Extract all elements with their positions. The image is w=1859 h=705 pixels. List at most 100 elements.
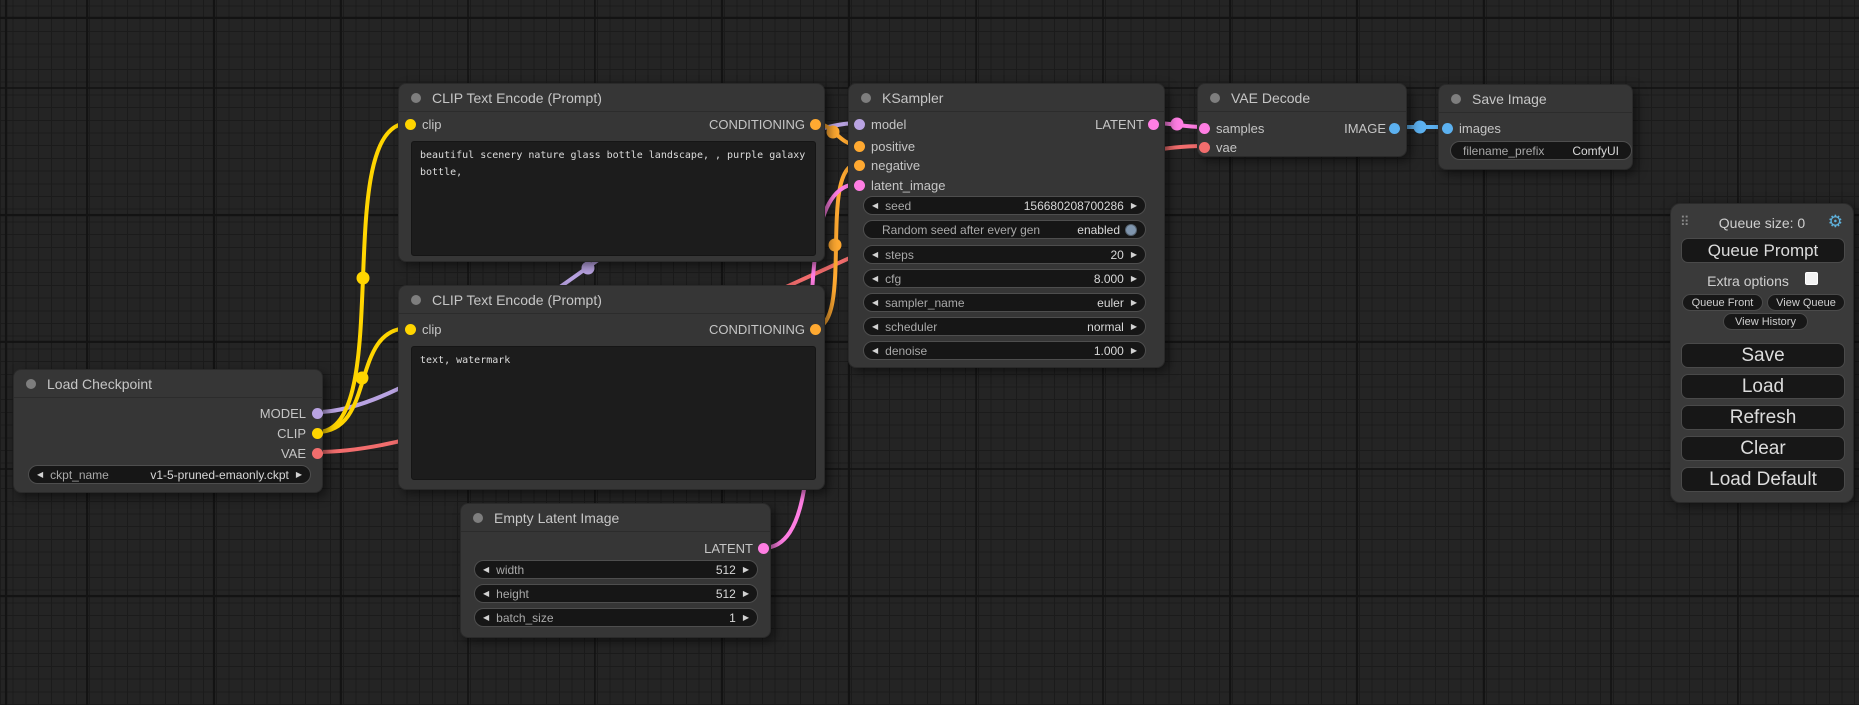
- widget-width[interactable]: ◀ width 512 ▶: [474, 560, 758, 579]
- widget-value[interactable]: 1.000: [1094, 344, 1124, 358]
- output-port-conditioning[interactable]: [810, 324, 821, 335]
- node-title-bar[interactable]: Load Checkpoint: [14, 370, 322, 398]
- output-port-clip[interactable]: [312, 428, 323, 439]
- widget-scheduler[interactable]: ◀ scheduler normal ▶: [863, 317, 1146, 336]
- widget-steps[interactable]: ◀ steps 20 ▶: [863, 245, 1146, 264]
- comfyui-canvas[interactable]: { "icons": { "left_arrow": "◀", "right_a…: [0, 0, 1859, 705]
- output-port-latent[interactable]: [1148, 119, 1159, 130]
- output-port-conditioning[interactable]: [810, 119, 821, 130]
- prompt-textarea[interactable]: beautiful scenery nature glass bottle la…: [411, 141, 816, 256]
- input-port-positive[interactable]: [854, 141, 865, 152]
- view-history-button[interactable]: View History: [1723, 313, 1808, 330]
- collapse-dot-icon[interactable]: [1210, 93, 1220, 103]
- increment-arrow-icon[interactable]: ▶: [1131, 323, 1137, 331]
- node-title: Load Checkpoint: [47, 376, 152, 392]
- queue-prompt-button[interactable]: Queue Prompt: [1681, 238, 1845, 263]
- widget-value[interactable]: v1-5-pruned-emaonly.ckpt: [150, 468, 289, 482]
- increment-arrow-icon[interactable]: ▶: [1131, 251, 1137, 259]
- widget-height[interactable]: ◀ height 512 ▶: [474, 584, 758, 603]
- node-title-bar[interactable]: VAE Decode: [1198, 84, 1406, 112]
- increment-arrow-icon[interactable]: ▶: [1131, 299, 1137, 307]
- load-button[interactable]: Load: [1681, 374, 1845, 399]
- input-label: clip: [422, 117, 442, 132]
- increment-arrow-icon[interactable]: ▶: [1131, 275, 1137, 283]
- input-port-model[interactable]: [854, 119, 865, 130]
- input-port-samples[interactable]: [1199, 123, 1210, 134]
- input-port-images[interactable]: [1442, 123, 1453, 134]
- widget-value[interactable]: 8.000: [1094, 272, 1124, 286]
- widget-value[interactable]: 20: [1110, 248, 1123, 262]
- widget-value[interactable]: 1: [729, 611, 736, 625]
- output-port-latent[interactable]: [758, 543, 769, 554]
- decrement-arrow-icon[interactable]: ◀: [483, 590, 489, 598]
- view-queue-button[interactable]: View Queue: [1767, 294, 1845, 311]
- widget-ckpt-name[interactable]: ◀ ckpt_name v1-5-pruned-emaonly.ckpt ▶: [28, 465, 311, 484]
- input-label: model: [871, 117, 906, 132]
- prompt-textarea[interactable]: text, watermark: [411, 346, 816, 480]
- increment-arrow-icon[interactable]: ▶: [1131, 202, 1137, 210]
- output-port-model[interactable]: [312, 408, 323, 419]
- decrement-arrow-icon[interactable]: ◀: [872, 251, 878, 259]
- output-label: CONDITIONING: [709, 322, 805, 337]
- load-default-button[interactable]: Load Default: [1681, 467, 1845, 492]
- widget-random-seed-toggle[interactable]: Random seed after every gen enabled: [863, 220, 1146, 239]
- toggle-indicator-icon[interactable]: [1125, 224, 1137, 236]
- output-label: LATENT: [704, 541, 753, 556]
- widget-sampler-name[interactable]: ◀ sampler_name euler ▶: [863, 293, 1146, 312]
- extra-options-checkbox[interactable]: [1805, 272, 1818, 285]
- decrement-arrow-icon[interactable]: ◀: [872, 323, 878, 331]
- increment-arrow-icon[interactable]: ▶: [743, 590, 749, 598]
- increment-arrow-icon[interactable]: ▶: [1131, 347, 1137, 355]
- input-port-clip[interactable]: [405, 324, 416, 335]
- collapse-dot-icon[interactable]: [26, 379, 36, 389]
- decrement-arrow-icon[interactable]: ◀: [483, 566, 489, 574]
- node-title-bar[interactable]: Empty Latent Image: [461, 504, 770, 532]
- widget-filename-prefix[interactable]: filename_prefix ComfyUI: [1450, 141, 1632, 160]
- queue-panel: ⠿ Queue size: 0 ⚙ Queue Prompt Extra opt…: [1670, 203, 1854, 503]
- decrement-arrow-icon[interactable]: ◀: [872, 275, 878, 283]
- output-label: MODEL: [260, 406, 306, 421]
- widget-value[interactable]: ComfyUI: [1572, 144, 1619, 158]
- queue-front-button[interactable]: Queue Front: [1682, 294, 1763, 311]
- widget-value[interactable]: 512: [716, 563, 736, 577]
- input-label: vae: [1216, 140, 1237, 155]
- node-title-bar[interactable]: CLIP Text Encode (Prompt): [399, 84, 824, 112]
- decrement-arrow-icon[interactable]: ◀: [872, 202, 878, 210]
- widget-cfg[interactable]: ◀ cfg 8.000 ▶: [863, 269, 1146, 288]
- widget-value[interactable]: euler: [1097, 296, 1124, 310]
- decrement-arrow-icon[interactable]: ◀: [483, 614, 489, 622]
- node-title-bar[interactable]: Save Image: [1439, 85, 1632, 113]
- decrement-arrow-icon[interactable]: ◀: [872, 299, 878, 307]
- input-port-negative[interactable]: [854, 160, 865, 171]
- widget-seed[interactable]: ◀ seed 156680208700286 ▶: [863, 196, 1146, 215]
- increment-arrow-icon[interactable]: ▶: [743, 566, 749, 574]
- output-port-image[interactable]: [1389, 123, 1400, 134]
- widget-value[interactable]: normal: [1087, 320, 1124, 334]
- widget-label: denoise: [885, 344, 927, 358]
- input-port-vae[interactable]: [1199, 142, 1210, 153]
- settings-gear-icon[interactable]: ⚙: [1828, 212, 1843, 232]
- collapse-dot-icon[interactable]: [1451, 94, 1461, 104]
- node-title-bar[interactable]: CLIP Text Encode (Prompt): [399, 286, 824, 314]
- widget-value[interactable]: 512: [716, 587, 736, 601]
- widget-batch-size[interactable]: ◀ batch_size 1 ▶: [474, 608, 758, 627]
- output-port-vae[interactable]: [312, 448, 323, 459]
- refresh-button[interactable]: Refresh: [1681, 405, 1845, 430]
- widget-value[interactable]: 156680208700286: [1024, 199, 1124, 213]
- input-label: clip: [422, 322, 442, 337]
- clear-button[interactable]: Clear: [1681, 436, 1845, 461]
- collapse-dot-icon[interactable]: [411, 295, 421, 305]
- input-port-latent-image[interactable]: [854, 180, 865, 191]
- collapse-dot-icon[interactable]: [861, 93, 871, 103]
- increment-arrow-icon[interactable]: ▶: [296, 471, 302, 479]
- widget-denoise[interactable]: ◀ denoise 1.000 ▶: [863, 341, 1146, 360]
- decrement-arrow-icon[interactable]: ◀: [872, 347, 878, 355]
- increment-arrow-icon[interactable]: ▶: [743, 614, 749, 622]
- save-button[interactable]: Save: [1681, 343, 1845, 368]
- input-port-clip[interactable]: [405, 119, 416, 130]
- collapse-dot-icon[interactable]: [411, 93, 421, 103]
- decrement-arrow-icon[interactable]: ◀: [37, 471, 43, 479]
- output-label: CONDITIONING: [709, 117, 805, 132]
- node-title-bar[interactable]: KSampler: [849, 84, 1164, 112]
- collapse-dot-icon[interactable]: [473, 513, 483, 523]
